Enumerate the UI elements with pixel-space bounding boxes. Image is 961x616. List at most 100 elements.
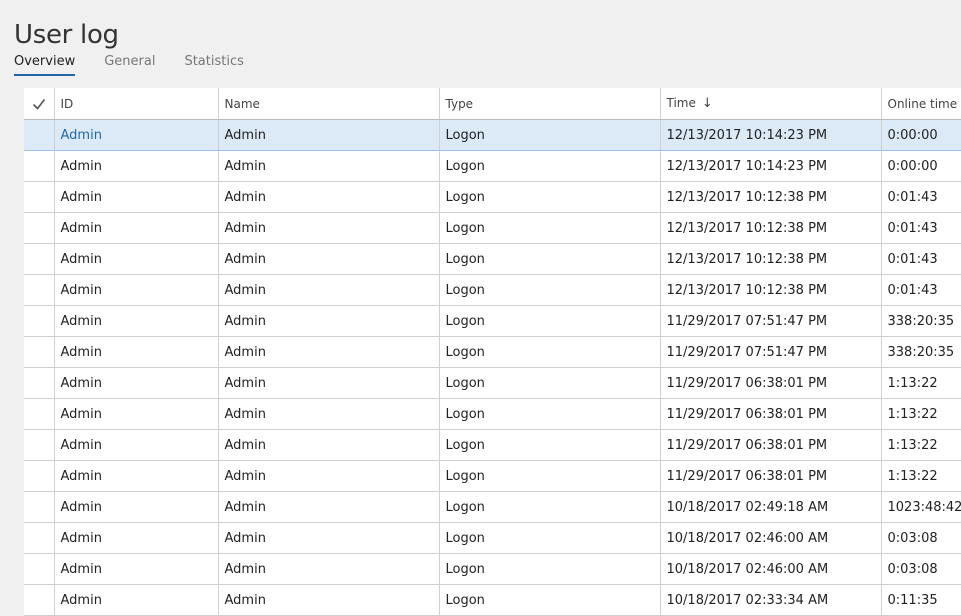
cell-online-time: 0:01:43 <box>880 243 961 275</box>
tab-general[interactable]: General <box>104 54 155 76</box>
checkmark-icon[interactable] <box>32 97 46 111</box>
column-header-online-label: Online time <box>887 96 958 111</box>
column-header-type-label: Type <box>445 96 474 111</box>
column-header-time[interactable]: Time ↓ <box>659 88 881 120</box>
cell-time: 12/13/2017 10:12:38 PM <box>659 274 881 306</box>
table-row[interactable]: Admin Admin Logon 12/13/2017 10:12:38 PM 0:0… <box>24 243 961 275</box>
cell-online-time: 0:01:43 <box>880 274 961 306</box>
cell-type: Logon <box>438 336 660 368</box>
column-header-name-label: Name <box>224 96 260 111</box>
row-select-cell[interactable] <box>24 553 54 585</box>
table-row[interactable]: Admin Admin Logon 11/29/2017 07:51:47 PM 338… <box>24 336 961 368</box>
row-select-cell[interactable] <box>24 367 54 399</box>
row-select-cell[interactable] <box>24 460 54 492</box>
cell-type: Logon <box>438 460 660 492</box>
cell-id: Admin <box>53 305 218 337</box>
tab-bar: Overview General Statistics <box>14 54 273 76</box>
cell-time: 10/18/2017 02:49:18 AM <box>659 491 881 523</box>
cell-type: Logon <box>438 367 660 399</box>
cell-time: 11/29/2017 06:38:01 PM <box>659 460 881 492</box>
tab-overview[interactable]: Overview <box>14 54 76 76</box>
row-select-cell[interactable] <box>24 305 54 337</box>
tab-statistics[interactable]: Statistics <box>184 54 243 76</box>
column-header-time-label: Time <box>666 96 696 110</box>
row-select-cell[interactable] <box>24 491 54 523</box>
table-row[interactable]: Admin Admin Logon 11/29/2017 06:38:01 PM 1:1… <box>24 460 961 492</box>
cell-name: Admin <box>217 274 439 306</box>
table-row[interactable]: Admin Admin Logon 10/18/2017 02:46:00 AM 0:0… <box>24 553 961 585</box>
cell-time: 11/29/2017 07:51:47 PM <box>659 336 881 368</box>
row-select-cell[interactable] <box>24 398 54 430</box>
table-row[interactable]: Admin Admin Logon 10/18/2017 02:49:18 AM 102… <box>24 491 961 523</box>
cell-time: 12/13/2017 10:12:38 PM <box>659 243 881 275</box>
table-row[interactable]: Admin Admin Logon 12/13/2017 10:14:23 PM 0:0… <box>24 150 961 182</box>
cell-type: Logon <box>438 553 660 585</box>
cell-time: 10/18/2017 02:46:00 AM <box>659 553 881 585</box>
cell-time: 12/13/2017 10:14:23 PM <box>659 119 881 151</box>
table-row[interactable]: Admin Admin Logon 12/13/2017 10:12:38 PM 0:0… <box>24 181 961 213</box>
cell-time: 12/13/2017 10:14:23 PM <box>659 150 881 182</box>
cell-name: Admin <box>217 553 439 585</box>
cell-id: Admin <box>53 274 218 306</box>
arrow-down-icon[interactable]: ↓ <box>702 96 713 111</box>
cell-id: Admin <box>53 553 218 585</box>
cell-type: Logon <box>438 429 660 461</box>
cell-online-time: 0:03:08 <box>880 553 961 585</box>
table-row[interactable]: Admin Admin Logon 11/29/2017 07:51:47 PM 338… <box>24 305 961 337</box>
cell-name: Admin <box>217 522 439 554</box>
table-row[interactable]: Admin Admin Logon 12/13/2017 10:12:38 PM 0:0… <box>24 274 961 306</box>
cell-name: Admin <box>217 584 439 616</box>
header-row: ID Name Type Time ↓ Online time <box>24 88 961 120</box>
table-row[interactable]: Admin Admin Logon 10/18/2017 02:46:00 AM 0:0… <box>24 522 961 554</box>
cell-online-time: 1023:48:42 <box>880 491 961 523</box>
table-row[interactable]: Admin Admin Logon 12/13/2017 10:12:38 PM 0:0… <box>24 212 961 244</box>
cell-online-time: 338:20:35 <box>880 336 961 368</box>
column-header-online-time[interactable]: Online time <box>880 88 961 120</box>
cell-type: Logon <box>438 584 660 616</box>
row-select-cell[interactable] <box>24 150 54 182</box>
cell-name: Admin <box>217 429 439 461</box>
column-header-type[interactable]: Type <box>438 88 660 120</box>
grid-panel: ID Name Type Time ↓ Online time Admin Admi… <box>0 78 961 616</box>
row-select-cell[interactable] <box>24 429 54 461</box>
cell-name: Admin <box>217 150 439 182</box>
grid-body: Admin Admin Logon 12/13/2017 10:14:23 PM 0:0… <box>24 119 961 616</box>
cell-time: 10/18/2017 02:33:34 AM <box>659 584 881 616</box>
cell-name: Admin <box>217 367 439 399</box>
cell-id: Admin <box>53 336 218 368</box>
row-select-cell[interactable] <box>24 274 54 306</box>
cell-time: 11/29/2017 06:38:01 PM <box>659 367 881 399</box>
cell-online-time: 0:11:35 <box>880 584 961 616</box>
row-select-cell[interactable] <box>24 119 54 151</box>
table-row[interactable]: Admin Admin Logon 11/29/2017 06:38:01 PM 1:1… <box>24 398 961 430</box>
select-all-header[interactable] <box>24 88 54 120</box>
cell-type: Logon <box>438 119 660 151</box>
column-header-name[interactable]: Name <box>217 88 439 120</box>
cell-type: Logon <box>438 274 660 306</box>
cell-type: Logon <box>438 243 660 275</box>
cell-type: Logon <box>438 212 660 244</box>
cell-name: Admin <box>217 119 439 151</box>
cell-name: Admin <box>217 305 439 337</box>
row-select-cell[interactable] <box>24 243 54 275</box>
cell-online-time: 0:00:00 <box>880 119 961 151</box>
cell-id: Admin <box>53 181 218 213</box>
cell-id: Admin <box>53 212 218 244</box>
column-header-id[interactable]: ID <box>53 88 218 120</box>
table-row[interactable]: Admin Admin Logon 10/18/2017 02:33:34 AM 0:1… <box>24 584 961 616</box>
cell-type: Logon <box>438 181 660 213</box>
table-row[interactable]: Admin Admin Logon 12/13/2017 10:14:23 PM 0:0… <box>24 119 961 151</box>
cell-type: Logon <box>438 522 660 554</box>
row-select-cell[interactable] <box>24 336 54 368</box>
cell-time: 11/29/2017 06:38:01 PM <box>659 398 881 430</box>
cell-name: Admin <box>217 491 439 523</box>
cell-id: Admin <box>53 491 218 523</box>
row-select-cell[interactable] <box>24 181 54 213</box>
row-select-cell[interactable] <box>24 522 54 554</box>
table-row[interactable]: Admin Admin Logon 11/29/2017 06:38:01 PM 1:1… <box>24 367 961 399</box>
cell-id: Admin <box>53 460 218 492</box>
cell-name: Admin <box>217 212 439 244</box>
row-select-cell[interactable] <box>24 212 54 244</box>
table-row[interactable]: Admin Admin Logon 11/29/2017 06:38:01 PM 1:1… <box>24 429 961 461</box>
row-select-cell[interactable] <box>24 584 54 616</box>
